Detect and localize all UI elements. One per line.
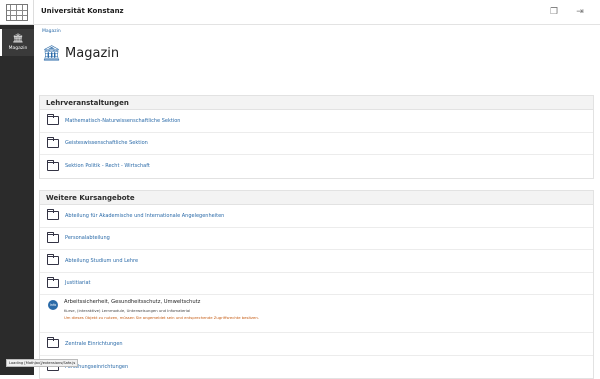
list-item[interactable]: Zentrale Einrichtungen: [40, 333, 593, 356]
list-item-restricted[interactable]: Info Arbeitssicherheit, Gesundheitsschut…: [40, 295, 593, 333]
list-item-link[interactable]: Justitiariat: [65, 280, 90, 286]
folder-icon: [47, 114, 59, 126]
main-menu-magazin-label: Magazin: [8, 45, 28, 51]
main-menu-magazin[interactable]: 🏛 Magazin: [0, 29, 34, 56]
list-item[interactable]: Mathematisch-Naturwissenschaftliche Sekt…: [40, 110, 593, 133]
status-loading-text: Loading [MathJax]/extensions/Safe.js: [6, 359, 79, 367]
list-item-link[interactable]: Geisteswissenschaftliche Sektion: [65, 140, 148, 146]
list-item[interactable]: Abteilung für Akademische und Internatio…: [40, 205, 593, 228]
list-item[interactable]: Geisteswissenschaftliche Sektion: [40, 133, 593, 155]
folder-icon: [47, 136, 59, 148]
window-stack-icon[interactable]: ❐: [548, 6, 560, 18]
folder-icon: [47, 254, 59, 266]
list-item[interactable]: Justitiariat: [40, 273, 593, 295]
list-item[interactable]: Personalabteilung: [40, 228, 593, 250]
list-item-link[interactable]: Abteilung für Akademische und Internatio…: [65, 213, 224, 219]
panel-weitere-kursangebote: Weitere Kursangebote Abteilung für Akade…: [39, 190, 594, 379]
list-item-link[interactable]: Personalabteilung: [65, 235, 110, 241]
breadcrumb[interactable]: Magazin: [42, 29, 61, 34]
main-menu-rail: 🏛 Magazin: [0, 0, 34, 375]
panel-heading: Weitere Kursangebote: [40, 191, 593, 205]
logout-icon[interactable]: ⇥: [574, 6, 586, 18]
institution-icon: 🏛: [12, 33, 24, 44]
list-item[interactable]: Abteilung Studium und Lehre: [40, 250, 593, 273]
list-item-link[interactable]: Abteilung Studium und Lehre: [65, 258, 138, 264]
list-item-link[interactable]: Zentrale Einrichtungen: [65, 341, 123, 347]
panel-lehrveranstaltungen: Lehrveranstaltungen Mathematisch-Naturwi…: [39, 95, 594, 179]
list-item-link[interactable]: Sektion Politik - Recht - Wirtschaft: [65, 163, 150, 169]
panel-heading: Lehrveranstaltungen: [40, 96, 593, 110]
institution-icon: 🏛: [42, 44, 62, 62]
folder-icon: [47, 209, 59, 221]
app-title[interactable]: Universität Konstanz: [41, 7, 124, 15]
list-item-link[interactable]: Mathematisch-Naturwissenschaftliche Sekt…: [65, 118, 180, 124]
folder-icon: [47, 231, 59, 243]
page-title-text: Magazin: [65, 46, 120, 61]
university-logo-icon[interactable]: [0, 0, 34, 25]
list-item-title: Arbeitssicherheit, Gesundheitsschutz, Um…: [64, 299, 201, 305]
folder-icon: [47, 276, 59, 288]
folder-icon: [47, 337, 59, 349]
top-bar: Universität Konstanz ❐ ⇥: [34, 0, 600, 25]
folder-icon: [47, 159, 59, 171]
info-badge-icon: Info: [48, 300, 58, 310]
list-item-description: Kurse, (interaktive) Lernmodule, Unterwe…: [64, 308, 191, 313]
access-warning: Um dieses Objekt zu nutzen, müssen Sie a…: [64, 315, 259, 320]
page-title: 🏛 Magazin: [42, 44, 120, 62]
list-item[interactable]: Sektion Politik - Recht - Wirtschaft: [40, 155, 593, 178]
